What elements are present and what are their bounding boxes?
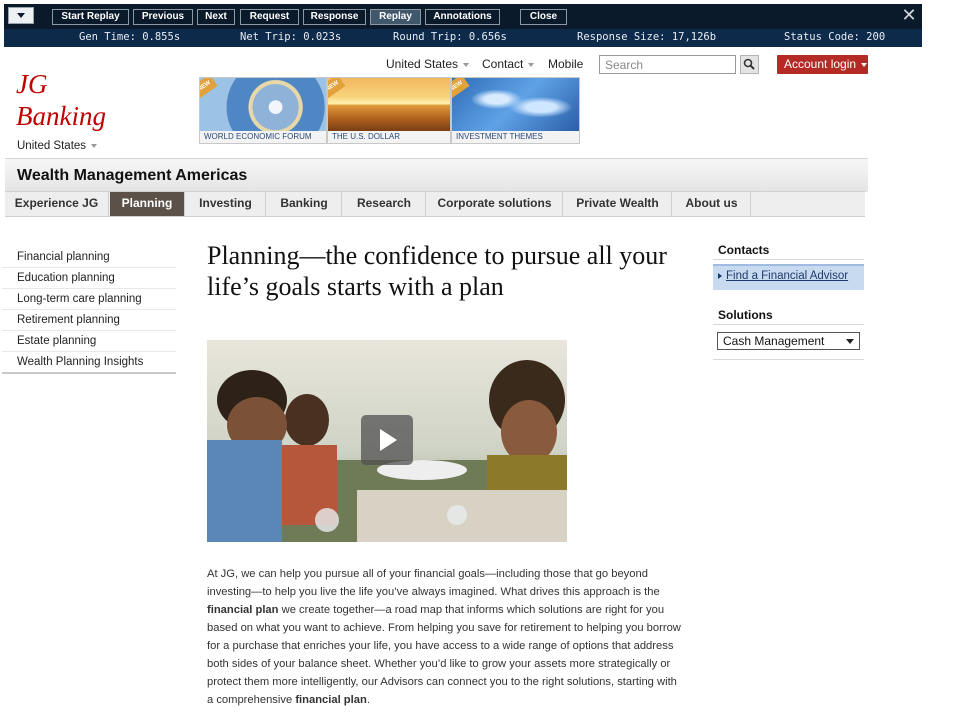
sidebar-item-financial-planning[interactable]: Financial planning xyxy=(2,247,176,268)
promo-investment-themes[interactable]: NEW INVESTMENT THEMES xyxy=(451,77,580,144)
country-label: United States xyxy=(17,140,87,152)
nav-research[interactable]: Research xyxy=(343,192,426,216)
search-icon xyxy=(743,58,755,70)
status-code: Status Code: 200 xyxy=(784,31,886,43)
sidebar-item-wealth-planning-insights[interactable]: Wealth Planning Insights xyxy=(2,352,176,374)
site-title-bar: Wealth Management Americas xyxy=(5,158,868,192)
play-button[interactable] xyxy=(361,415,413,465)
country-selector[interactable]: United States xyxy=(17,140,98,152)
toolbar-menu-button[interactable] xyxy=(8,7,34,24)
paragraph-text: . xyxy=(366,694,370,706)
find-financial-advisor-link[interactable]: Find a Financial Advisor xyxy=(713,264,864,290)
sidebar-item-retirement-planning[interactable]: Retirement planning xyxy=(2,310,176,331)
net-trip: Net Trip: 0.023s xyxy=(240,31,342,43)
status-bar: Gen Time: 0.855s Net Trip: 0.023s Round … xyxy=(4,29,922,47)
close-button[interactable]: Close xyxy=(520,9,567,25)
sunset-image xyxy=(328,78,450,131)
mobile-link[interactable]: Mobile xyxy=(548,57,583,71)
logo-line-2: Banking xyxy=(16,101,106,131)
solutions-select[interactable]: Cash Management xyxy=(717,332,860,350)
play-icon xyxy=(380,429,397,451)
chevron-down-icon xyxy=(91,143,98,148)
sidebar-item-estate-planning[interactable]: Estate planning xyxy=(2,331,176,352)
contact-menu[interactable]: Contact xyxy=(482,57,535,71)
chevron-down-icon xyxy=(17,13,25,18)
video-player[interactable] xyxy=(207,340,567,542)
chevron-down-icon xyxy=(463,62,470,67)
divider xyxy=(713,259,864,260)
left-sidebar: Financial planning Education planning Lo… xyxy=(2,247,176,374)
solutions-heading: Solutions xyxy=(718,308,773,322)
contacts-heading: Contacts xyxy=(718,243,770,257)
intro-paragraph: At JG, we can help you pursue all of you… xyxy=(207,565,685,709)
chevron-down-icon xyxy=(861,62,868,67)
round-trip: Round Trip: 0.656s xyxy=(393,31,507,43)
gen-time: Gen Time: 0.855s xyxy=(79,31,181,43)
response-button[interactable]: Response xyxy=(303,9,366,25)
previous-button[interactable]: Previous xyxy=(133,9,193,25)
arrow-right-icon xyxy=(718,273,722,279)
promo-world-economic-forum[interactable]: NEW WORLD ECONOMIC FORUM xyxy=(199,77,327,144)
start-replay-button[interactable]: Start Replay xyxy=(52,9,129,25)
top-country-label: United States xyxy=(386,57,459,71)
advisor-link-label: Find a Financial Advisor xyxy=(726,270,849,282)
chevron-down-icon xyxy=(528,62,535,67)
account-login-label: Account login xyxy=(784,57,857,71)
promo-caption: INVESTMENT THEMES xyxy=(452,131,579,143)
nav-private-wealth[interactable]: Private Wealth xyxy=(564,192,672,216)
divider xyxy=(713,324,864,325)
paragraph-text: At JG, we can help you pursue all of you… xyxy=(207,568,660,598)
nav-about-us[interactable]: About us xyxy=(673,192,751,216)
replay-button[interactable]: Replay xyxy=(370,9,421,25)
financial-plan-bold: financial plan xyxy=(207,604,279,616)
page-title: Planning—the confidence to pursue all yo… xyxy=(207,241,667,301)
response-size: Response Size: 17,126b xyxy=(577,31,717,43)
main-navigation: Experience JG Planning Investing Banking… xyxy=(5,191,865,217)
next-button[interactable]: Next xyxy=(197,9,235,25)
search-input[interactable] xyxy=(599,55,736,74)
nav-experience-jg[interactable]: Experience JG xyxy=(5,192,109,216)
sidebar-item-long-term-care-planning[interactable]: Long-term care planning xyxy=(2,289,176,310)
annotations-button[interactable]: Annotations xyxy=(425,9,500,25)
contact-label: Contact xyxy=(482,57,524,71)
world-map-image xyxy=(452,78,579,131)
sidebar-item-education-planning[interactable]: Education planning xyxy=(2,268,176,289)
logo-line-1: JG xyxy=(16,69,48,99)
site-title: Wealth Management Americas xyxy=(17,167,248,184)
close-icon[interactable]: ✕ xyxy=(900,6,918,24)
replay-toolbar: Start Replay Previous Next Request Respo… xyxy=(4,4,922,29)
nav-banking[interactable]: Banking xyxy=(267,192,342,216)
paragraph-text: we create together—a road map that infor… xyxy=(207,604,681,706)
nav-investing[interactable]: Investing xyxy=(186,192,266,216)
nav-corporate-solutions[interactable]: Corporate solutions xyxy=(427,192,563,216)
logo[interactable]: JG Banking xyxy=(16,68,106,132)
account-login-button[interactable]: Account login xyxy=(777,55,868,74)
search-button[interactable] xyxy=(740,55,759,74)
financial-plan-bold: financial plan xyxy=(295,694,367,706)
request-button[interactable]: Request xyxy=(240,9,299,25)
promo-caption: WORLD ECONOMIC FORUM xyxy=(200,131,326,143)
solutions-selected-value: Cash Management xyxy=(723,334,825,348)
chevron-down-icon xyxy=(846,339,854,344)
divider xyxy=(713,359,864,360)
top-country-selector[interactable]: United States xyxy=(386,57,470,71)
nav-planning[interactable]: Planning xyxy=(110,192,185,216)
promo-caption: THE U.S. DOLLAR xyxy=(328,131,450,143)
promo-us-dollar[interactable]: NEW THE U.S. DOLLAR xyxy=(327,77,451,144)
globe-image xyxy=(200,78,326,131)
